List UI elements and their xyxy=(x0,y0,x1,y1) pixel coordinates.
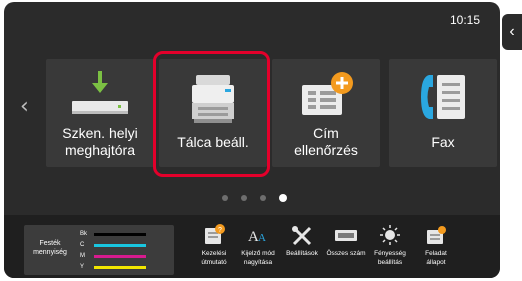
job-status-button[interactable]: Feladat állapot xyxy=(414,223,458,267)
toner-name-bk: Bk xyxy=(80,231,88,237)
toner-level-panel[interactable]: Festék mennyiség Bk C M Y xyxy=(24,225,174,275)
operation-manual-button[interactable]: ? Kezelési útmutató xyxy=(192,223,236,267)
book-icon: ? xyxy=(205,224,225,244)
usb-drive-icon xyxy=(72,71,128,114)
tile-fax[interactable]: Fax xyxy=(389,59,497,167)
toner-name-y: Y xyxy=(80,264,85,270)
page-dot-active[interactable] xyxy=(279,194,287,202)
page-dot[interactable] xyxy=(222,195,228,201)
toner-bar-bk xyxy=(94,233,146,236)
item-label-line1: Kijelző mód xyxy=(241,250,275,257)
fax-phone-icon xyxy=(421,75,465,119)
page-dot[interactable] xyxy=(260,195,266,201)
settings-button[interactable]: Beállítások xyxy=(280,223,324,258)
item-label-line1: Feladat xyxy=(425,250,447,257)
item-label-line2: beállítás xyxy=(377,259,403,266)
clock: 10:15 xyxy=(450,13,481,27)
toner-bar-m xyxy=(94,255,146,258)
display-zoom-button[interactable]: A A Kijelző mód nagyítása xyxy=(236,223,280,267)
brightness-button[interactable]: Fényesség beállítás xyxy=(368,223,412,267)
item-label-line1: Fényesség xyxy=(374,250,406,257)
toner-bar-y xyxy=(94,266,146,269)
tile-label-line1: Cím xyxy=(313,125,339,141)
svg-text:?: ? xyxy=(218,227,222,234)
toner-name-c: C xyxy=(80,242,85,248)
item-label-line2: útmutató xyxy=(201,259,227,266)
side-panel-toggle[interactable]: ‹ xyxy=(502,14,522,50)
toner-bar-c xyxy=(94,244,146,247)
brightness-icon xyxy=(380,225,400,245)
tile-label-line2: ellenőrzés xyxy=(294,142,358,158)
scroll-left-button[interactable]: ‹ xyxy=(20,94,29,119)
item-label-line1: Beállítások xyxy=(286,250,318,257)
tile-scan-to-local-drive[interactable]: Szken. helyi meghajtóra xyxy=(46,59,154,167)
address-book-add-icon xyxy=(302,72,353,115)
text-size-icon: A A xyxy=(248,229,266,245)
counter-icon xyxy=(335,230,357,241)
toner-label-line1: Festék xyxy=(39,240,61,247)
touch-panel: 10:15 ‹ Szken. helyi meghajtóra Tálca be… xyxy=(4,2,500,278)
svg-text:A: A xyxy=(258,232,266,244)
chevron-left-icon: ‹ xyxy=(509,23,515,40)
tile-label-line1: Szken. helyi xyxy=(62,125,138,141)
tools-icon xyxy=(292,226,312,246)
selection-highlight xyxy=(153,51,270,177)
page-dot[interactable] xyxy=(241,195,247,201)
toner-label: Festék mennyiség xyxy=(28,239,72,257)
page-indicator xyxy=(222,194,287,202)
toner-name-m: M xyxy=(80,253,85,259)
tile-label-line2: meghajtóra xyxy=(64,142,136,158)
tile-address-check[interactable]: Cím ellenőrzés xyxy=(272,59,380,167)
item-label-line2: nagyítása xyxy=(243,259,273,266)
item-label-line1: Kezelési xyxy=(201,250,227,257)
toner-label-line2: mennyiség xyxy=(33,249,67,256)
item-label-line1: Összes szám xyxy=(326,250,366,257)
job-status-icon xyxy=(427,226,446,244)
item-label-line2: állapot xyxy=(426,259,446,266)
tile-label-line1: Fax xyxy=(431,134,455,150)
total-count-button[interactable]: Összes szám xyxy=(324,223,368,258)
